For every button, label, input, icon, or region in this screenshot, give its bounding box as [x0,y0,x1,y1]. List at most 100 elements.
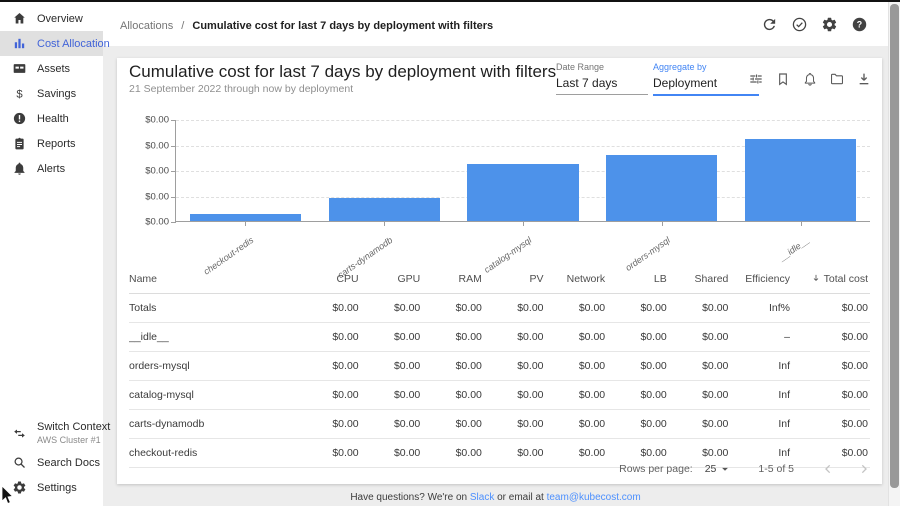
sidebar-item-savings[interactable]: $ Savings [0,81,103,106]
scrollbar-track[interactable] [888,2,900,506]
cell-efficiency: Inf [730,352,792,381]
column-header-cpu[interactable]: CPU [299,265,361,294]
cell-network: $0.00 [546,352,608,381]
column-header-shared[interactable]: Shared [669,265,731,294]
sidebar-item-label: Search Docs [37,457,100,469]
table-row-carts-dynamodb[interactable]: carts-dynamodb$0.00$0.00$0.00$0.00$0.00$… [129,410,870,439]
sidebar-item-alerts[interactable]: Alerts [0,156,103,181]
cell-pv: $0.00 [484,410,546,439]
cell-shared: $0.00 [669,381,731,410]
bar-catalog-mysql[interactable] [467,164,578,221]
cell-shared: $0.00 [669,352,731,381]
sidebar-item-label: Savings [37,88,76,100]
rows-per-page-select[interactable]: 25 [705,462,733,476]
y-axis-tick [171,171,176,172]
date-range-field[interactable]: Date Range Last 7 days [556,62,648,95]
folder-icon[interactable] [829,71,845,87]
sidebar-item-search-docs[interactable]: Search Docs [0,450,103,475]
page-title: Cumulative cost for last 7 days by deplo… [129,62,556,82]
bar-carts-dynamodb[interactable] [329,198,440,221]
cell-name: __idle__ [129,323,299,352]
sidebar-item-text: Cost Allocation [37,38,110,50]
page-subtitle: 21 September 2022 through now by deploym… [129,83,353,95]
cell-cpu: $0.00 [299,439,361,468]
sidebar-item-label: Settings [37,482,77,494]
previous-page-button[interactable] [820,461,836,477]
refresh-icon[interactable] [761,16,778,33]
sidebar-item-overview[interactable]: Overview [0,6,103,31]
cell-gpu: $0.00 [361,323,423,352]
email-link[interactable]: team@kubecost.com [547,492,641,503]
cell-gpu: $0.00 [361,381,423,410]
cell-total-cost: $0.00 [792,381,870,410]
allocation-table-wrap: NameCPUGPURAMPVNetworkLBSharedEfficiency… [129,265,870,468]
cell-lb: $0.00 [607,323,669,352]
bar-idle[interactable] [745,139,856,221]
cell-shared: $0.00 [669,410,731,439]
help-icon[interactable]: ? [851,16,868,33]
column-header-pv[interactable]: PV [484,265,546,294]
next-page-button[interactable] [856,461,872,477]
breadcrumb-allocations-link[interactable]: Allocations [120,20,173,32]
sidebar-item-reports[interactable]: Reports [0,131,103,156]
scrollbar-thumb[interactable] [890,4,899,488]
table-row-catalog-mysql[interactable]: catalog-mysql$0.00$0.00$0.00$0.00$0.00$0… [129,381,870,410]
table-row-orders-mysql[interactable]: orders-mysql$0.00$0.00$0.00$0.00$0.00$0.… [129,352,870,381]
caret-down-icon [718,462,732,476]
sidebar-item-switch-context[interactable]: Switch ContextAWS Cluster #1 [0,416,103,450]
column-header-total-cost[interactable]: Total cost [792,265,870,294]
y-axis-tick-label: $0.00 [145,140,169,151]
check-circle-icon[interactable] [791,16,808,33]
cell-ram: $0.00 [422,352,484,381]
table-row-totals[interactable]: Totals$0.00$0.00$0.00$0.00$0.00$0.00$0.0… [129,294,870,323]
sidebar-item-label: Reports [37,138,76,150]
sidebar: OverviewCost Allocation Assets $ Savings Hea… [0,2,103,506]
app-header: Allocations / Cumulative cost for last 7… [0,2,888,46]
cell-lb: $0.00 [607,352,669,381]
cell-cpu: $0.00 [299,323,361,352]
cell-efficiency: Inf% [730,294,792,323]
bar-checkout-redis[interactable] [190,214,301,221]
sidebar-item-health[interactable]: Health [0,106,103,131]
gear-icon [12,480,27,495]
sidebar-item-settings[interactable]: Settings [0,475,103,500]
column-header-efficiency[interactable]: Efficiency [730,265,792,294]
bar-orders-mysql[interactable] [606,155,717,221]
bell-icon [12,161,27,176]
sidebar-item-text: Switch ContextAWS Cluster #1 [37,421,110,445]
column-header-lb[interactable]: LB [607,265,669,294]
footer-text: Have questions? We're on [350,492,470,503]
svg-text:$: $ [16,88,23,100]
slack-link[interactable]: Slack [470,492,494,503]
gear-icon[interactable] [821,16,838,33]
table-row-idle[interactable]: __idle__$0.00$0.00$0.00$0.00$0.00$0.00$0… [129,323,870,352]
sidebar-item-sublabel: AWS Cluster #1 [37,435,110,445]
cell-pv: $0.00 [484,352,546,381]
date-range-value[interactable]: Last 7 days [556,76,648,95]
sidebar-item-assets[interactable]: Assets [0,56,103,81]
column-header-network[interactable]: Network [546,265,608,294]
cell-network: $0.00 [546,439,608,468]
bell-outline-icon[interactable] [802,71,818,87]
sidebar-item-cost-allocation[interactable]: Cost Allocation [0,31,103,56]
cell-total-cost: $0.00 [792,294,870,323]
column-header-name[interactable]: Name [129,265,299,294]
download-icon[interactable] [856,71,872,87]
date-range-label: Date Range [556,62,648,72]
column-header-ram[interactable]: RAM [422,265,484,294]
tune-icon[interactable] [748,71,764,87]
chart-y-axis-labels: $0.00$0.00$0.00$0.00$0.00 [129,120,169,222]
aggregate-by-field[interactable]: Aggregate by Deployment [653,62,759,96]
sidebar-item-label: Assets [37,63,70,75]
cell-lb: $0.00 [607,294,669,323]
column-header-gpu[interactable]: GPU [361,265,423,294]
sidebar-item-label: Cost Allocation [37,38,110,50]
cell-network: $0.00 [546,323,608,352]
cell-name: Totals [129,294,299,323]
bookmark-icon[interactable] [775,71,791,87]
cell-pv: $0.00 [484,294,546,323]
cell-cpu: $0.00 [299,294,361,323]
aggregate-by-value[interactable]: Deployment [653,76,759,96]
footer: Have questions? We're on Slack or email … [103,492,888,503]
sidebar-item-text: Alerts [37,163,65,175]
